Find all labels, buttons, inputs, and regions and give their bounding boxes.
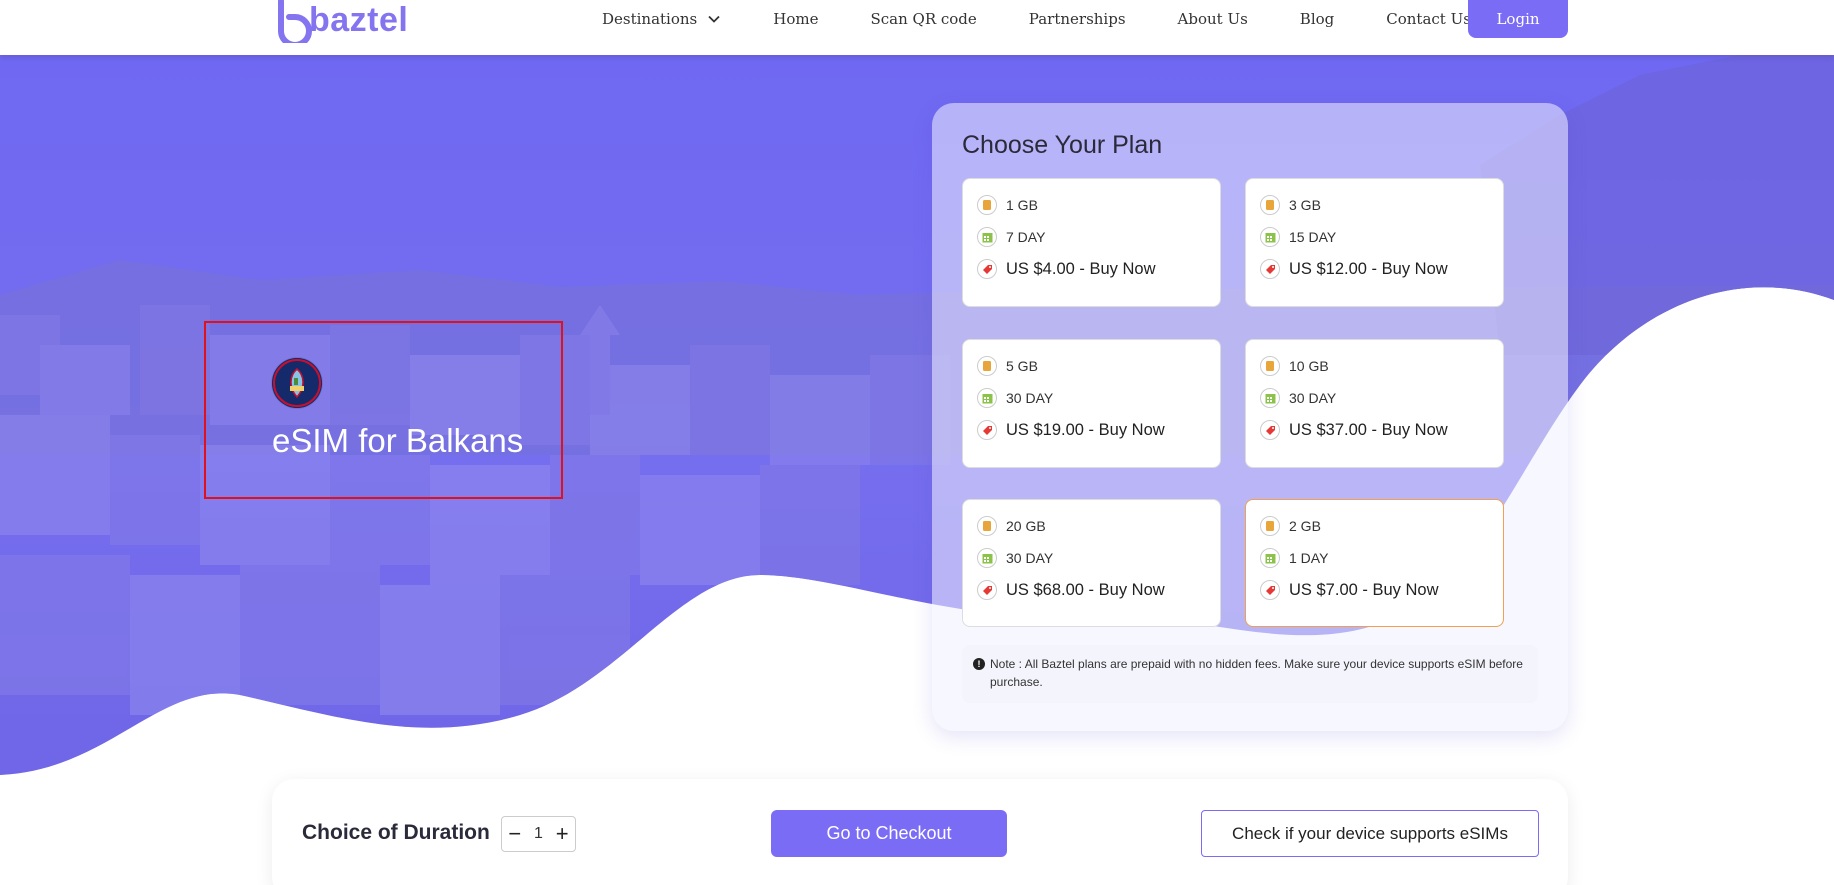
plan-duration-row: 1 DAY xyxy=(1260,548,1328,568)
price-tag-icon xyxy=(977,420,997,440)
calendar-icon xyxy=(977,388,997,408)
price-tag-icon xyxy=(1260,580,1280,600)
sim-icon xyxy=(1260,356,1280,376)
nav-blog[interactable]: Blog xyxy=(1300,10,1334,28)
plan-data: 5 GB xyxy=(1006,358,1038,374)
plan-price: US $7.00 - Buy Now xyxy=(1289,580,1439,599)
plan-card-3gb[interactable]: 3 GB 15 DAY US $12.00 - Buy Now xyxy=(1245,178,1504,307)
sim-icon xyxy=(977,356,997,376)
plan-data-row: 10 GB xyxy=(1260,356,1329,376)
nav-destinations[interactable]: Destinations xyxy=(602,10,721,28)
check-esim-support-button[interactable]: Check if your device supports eSIMs xyxy=(1201,810,1539,857)
plan-duration: 15 DAY xyxy=(1289,229,1337,245)
plan-data: 2 GB xyxy=(1289,518,1321,534)
plan-data-row: 1 GB xyxy=(977,195,1038,215)
plan-duration-row: 30 DAY xyxy=(977,388,1053,408)
calendar-icon xyxy=(1260,388,1280,408)
plan-data: 3 GB xyxy=(1289,197,1321,213)
nav-about-us[interactable]: About Us xyxy=(1178,10,1248,28)
plan-data-row: 2 GB xyxy=(1260,516,1321,536)
plan-panel-title: Choose Your Plan xyxy=(962,131,1163,159)
plan-card-10gb[interactable]: 10 GB 30 DAY US $37.00 - Buy Now xyxy=(1245,339,1504,468)
hero-section: eSIM for Balkans Choose Your Plan 1 GB 7… xyxy=(0,55,1834,885)
info-icon: ! xyxy=(973,658,985,670)
plan-price-row: US $19.00 - Buy Now xyxy=(977,420,1165,440)
plan-duration-row: 15 DAY xyxy=(1260,227,1336,247)
calendar-icon xyxy=(1260,548,1280,568)
sim-icon xyxy=(977,195,997,215)
plan-price: US $12.00 - Buy Now xyxy=(1289,259,1448,278)
price-tag-icon xyxy=(977,580,997,600)
plan-price: US $19.00 - Buy Now xyxy=(1006,420,1165,439)
plan-card-20gb[interactable]: 20 GB 30 DAY US $68.00 - Buy Now xyxy=(962,499,1221,627)
plan-price-row: US $4.00 - Buy Now xyxy=(977,259,1155,279)
plan-price: US $4.00 - Buy Now xyxy=(1006,259,1156,278)
selection-highlight-box xyxy=(204,321,563,499)
login-button[interactable]: Login xyxy=(1468,0,1568,38)
plan-data: 20 GB xyxy=(1006,518,1046,534)
plan-duration-row: 30 DAY xyxy=(977,548,1053,568)
calendar-icon xyxy=(977,548,997,568)
plan-duration: 30 DAY xyxy=(1006,390,1054,406)
plan-data: 1 GB xyxy=(1006,197,1038,213)
quantity-stepper: − 1 + xyxy=(501,816,576,852)
plan-price: US $68.00 - Buy Now xyxy=(1006,580,1165,599)
logo-icon xyxy=(278,0,312,43)
duration-label: Choice of Duration xyxy=(302,821,490,844)
plan-data-row: 20 GB xyxy=(977,516,1046,536)
plan-note: ! Note : All Baztel plans are prepaid wi… xyxy=(962,645,1538,703)
plan-panel: Choose Your Plan 1 GB 7 DAY US $4.00 - B… xyxy=(932,103,1568,731)
nav-contact-us[interactable]: Contact Us xyxy=(1386,10,1471,28)
quantity-value: 1 xyxy=(534,825,543,842)
logo[interactable]: baztel xyxy=(275,0,408,46)
hero-title: eSIM for Balkans xyxy=(272,422,524,459)
main-nav: Destinations Home Scan QR code Partnersh… xyxy=(602,0,1523,38)
plan-price-row: US $12.00 - Buy Now xyxy=(1260,259,1448,279)
plan-duration: 30 DAY xyxy=(1289,390,1337,406)
nav-scan-qr-code[interactable]: Scan QR code xyxy=(870,10,976,28)
nav-home[interactable]: Home xyxy=(773,10,818,28)
checkout-bar: Choice of Duration − 1 + Go to Checkout … xyxy=(272,779,1568,885)
flag-emblem-icon xyxy=(272,358,322,408)
plan-duration-row: 7 DAY xyxy=(977,227,1045,247)
plan-price: US $37.00 - Buy Now xyxy=(1289,420,1448,439)
sim-icon xyxy=(977,516,997,536)
plan-card-2gb[interactable]: 2 GB 1 DAY US $7.00 - Buy Now xyxy=(1245,499,1504,627)
plan-note-text: Note : All Baztel plans are prepaid with… xyxy=(990,657,1523,689)
calendar-icon xyxy=(977,227,997,247)
plan-data: 10 GB xyxy=(1289,358,1329,374)
plan-price-row: US $7.00 - Buy Now xyxy=(1260,580,1438,600)
go-to-checkout-button[interactable]: Go to Checkout xyxy=(771,810,1007,857)
guam-flag-icon xyxy=(272,358,322,408)
plan-card-5gb[interactable]: 5 GB 30 DAY US $19.00 - Buy Now xyxy=(962,339,1221,468)
price-tag-icon xyxy=(1260,420,1280,440)
plan-data-row: 5 GB xyxy=(977,356,1038,376)
price-tag-icon xyxy=(977,259,997,279)
increment-button[interactable]: + xyxy=(556,823,569,845)
logo-text: baztel xyxy=(309,0,409,39)
plan-data-row: 3 GB xyxy=(1260,195,1321,215)
plan-duration: 30 DAY xyxy=(1006,550,1054,566)
plan-price-row: US $68.00 - Buy Now xyxy=(977,580,1165,600)
calendar-icon xyxy=(1260,227,1280,247)
plan-duration-row: 30 DAY xyxy=(1260,388,1336,408)
sim-icon xyxy=(1260,516,1280,536)
site-header: baztel Destinations Home Scan QR code Pa… xyxy=(0,0,1834,55)
nav-destinations-label: Destinations xyxy=(602,10,698,28)
chevron-down-icon xyxy=(708,15,720,23)
plan-duration: 7 DAY xyxy=(1006,229,1046,245)
sim-icon xyxy=(1260,195,1280,215)
price-tag-icon xyxy=(1260,259,1280,279)
plan-duration: 1 DAY xyxy=(1289,550,1329,566)
nav-partnerships[interactable]: Partnerships xyxy=(1029,10,1126,28)
decrement-button[interactable]: − xyxy=(508,823,521,845)
plan-price-row: US $37.00 - Buy Now xyxy=(1260,420,1448,440)
plan-card-1gb[interactable]: 1 GB 7 DAY US $4.00 - Buy Now xyxy=(962,178,1221,307)
